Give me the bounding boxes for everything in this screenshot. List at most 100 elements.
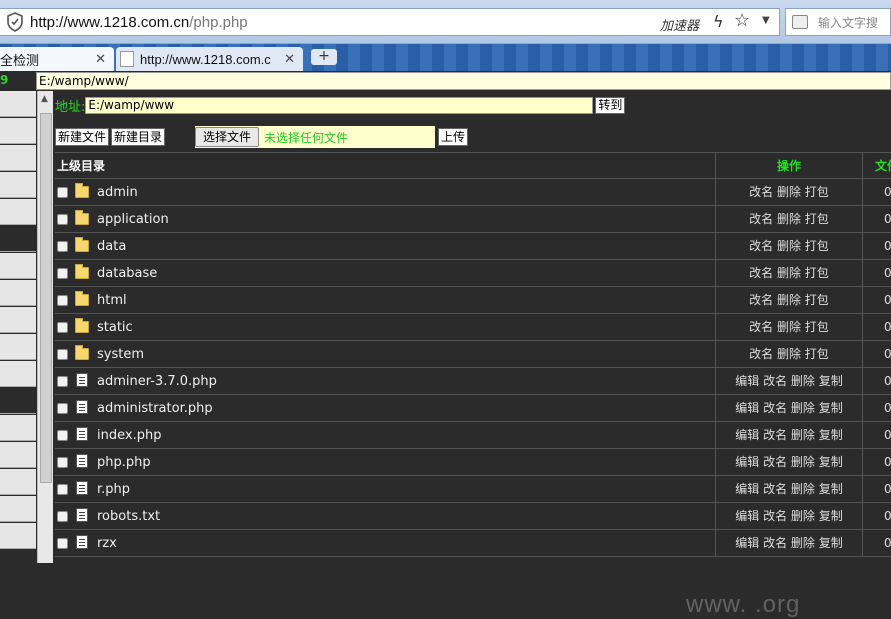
- sidebar-button[interactable]: [0, 415, 36, 441]
- file-name-link[interactable]: index.php: [97, 422, 161, 450]
- operations-cell[interactable]: 改名 删除 打包: [715, 179, 862, 205]
- sidebar-button[interactable]: [0, 496, 36, 522]
- operations-cell[interactable]: 编辑 改名 删除 复制: [715, 449, 862, 475]
- top-path-field[interactable]: E:/wamp/www/: [36, 72, 891, 90]
- file-name-link[interactable]: administrator.php: [97, 395, 213, 423]
- file-name-link[interactable]: static: [97, 314, 133, 342]
- sidebar-button[interactable]: [0, 172, 36, 198]
- choose-file-button[interactable]: 选择文件: [195, 127, 260, 147]
- table-row: index.php 编辑 改名 删除 复制 0: [55, 422, 891, 449]
- folder-icon: [75, 264, 89, 279]
- sidebar-button[interactable]: [0, 145, 36, 171]
- file-name-link[interactable]: php.php: [97, 449, 151, 477]
- col3-cell: 0: [862, 368, 891, 394]
- operations-cell[interactable]: 改名 删除 打包: [715, 287, 862, 313]
- sidebar-button[interactable]: [0, 361, 36, 387]
- sidebar-button[interactable]: [0, 253, 36, 279]
- row-checkbox[interactable]: [57, 322, 68, 333]
- operations-cell[interactable]: 改名 删除 打包: [715, 341, 862, 367]
- sidebar-button[interactable]: [0, 91, 36, 117]
- sidebar-button-active[interactable]: [0, 226, 36, 252]
- file-name-link[interactable]: html: [97, 287, 127, 315]
- file-name-link[interactable]: r.php: [97, 476, 130, 504]
- operations-cell[interactable]: 改名 删除 打包: [715, 260, 862, 286]
- col3-cell: 0: [862, 449, 891, 475]
- operations-cell[interactable]: 改名 删除 打包: [715, 314, 862, 340]
- file-name-link[interactable]: database: [97, 260, 157, 288]
- row-checkbox[interactable]: [57, 403, 68, 414]
- operations-cell[interactable]: 改名 删除 打包: [715, 206, 862, 232]
- file-name-link[interactable]: admin: [97, 179, 138, 207]
- parent-directory-link[interactable]: 上级目录: [55, 153, 715, 178]
- file-icon: [76, 373, 88, 387]
- row-checkbox[interactable]: [57, 241, 68, 252]
- file-name-link[interactable]: system: [97, 341, 144, 369]
- name-cell: rzx: [55, 530, 715, 556]
- row-checkbox[interactable]: [57, 187, 68, 198]
- row-checkbox[interactable]: [57, 484, 68, 495]
- scrollbar-thumb[interactable]: [40, 113, 52, 483]
- row-checkbox[interactable]: [57, 214, 68, 225]
- upload-button[interactable]: 上传: [438, 128, 469, 146]
- row-checkbox[interactable]: [57, 538, 68, 549]
- sidebar-button[interactable]: [0, 118, 36, 144]
- new-directory-button[interactable]: 新建目录: [111, 128, 166, 146]
- chevron-down-icon[interactable]: ▼: [762, 15, 770, 26]
- address-input[interactable]: E:/wamp/www: [85, 96, 594, 114]
- col3-cell: 0: [862, 179, 891, 205]
- scroll-up-icon[interactable]: ▲: [41, 94, 48, 104]
- table-row: static 改名 删除 打包 0: [55, 314, 891, 341]
- sidebar-button[interactable]: [0, 442, 36, 468]
- sidebar-button[interactable]: [0, 523, 36, 549]
- accelerator-button[interactable]: 加速器: [660, 15, 699, 34]
- close-icon[interactable]: ✕: [95, 51, 106, 67]
- sidebar-button[interactable]: [0, 334, 36, 360]
- operations-cell[interactable]: 编辑 改名 删除 复制: [715, 476, 862, 502]
- sidebar-button[interactable]: [0, 280, 36, 306]
- new-file-button[interactable]: 新建文件: [55, 128, 110, 146]
- new-tab-button[interactable]: +: [311, 49, 337, 65]
- vertical-scrollbar[interactable]: ▲: [37, 91, 53, 563]
- table-row: database 改名 删除 打包 0: [55, 260, 891, 287]
- close-icon[interactable]: ✕: [284, 51, 295, 67]
- operations-cell[interactable]: 改名 删除 打包: [715, 233, 862, 259]
- tab-label: http://www.1218.com.c: [140, 51, 271, 67]
- go-button[interactable]: 转到: [595, 96, 626, 114]
- file-name-link[interactable]: robots.txt: [97, 503, 160, 531]
- operations-cell[interactable]: 编辑 改名 删除 复制: [715, 422, 862, 448]
- row-checkbox[interactable]: [57, 430, 68, 441]
- row-checkbox[interactable]: [57, 511, 68, 522]
- row-checkbox[interactable]: [57, 376, 68, 387]
- star-icon[interactable]: ☆: [734, 10, 750, 31]
- row-checkbox[interactable]: [57, 457, 68, 468]
- tab-active-page[interactable]: http://www.1218.com.c ✕: [116, 47, 303, 71]
- operations-cell[interactable]: 编辑 改名 删除 复制: [715, 530, 862, 556]
- col3-cell: 0: [862, 341, 891, 367]
- search-box[interactable]: 输入文字搜: [785, 8, 891, 36]
- row-checkbox[interactable]: [57, 268, 68, 279]
- file-name-link[interactable]: adminer-3.7.0.php: [97, 368, 217, 396]
- sidebar-button[interactable]: [0, 199, 36, 225]
- col3-cell: 0: [862, 260, 891, 286]
- col3-cell: 0: [862, 233, 891, 259]
- sidebar-button-active[interactable]: [0, 388, 36, 414]
- row-checkbox[interactable]: [57, 349, 68, 360]
- lightning-icon[interactable]: ϟ: [713, 12, 724, 31]
- col3-cell: 0: [862, 287, 891, 313]
- url-path: /php.php: [189, 13, 248, 31]
- file-picker[interactable]: 选择文件 未选择任何文件: [195, 126, 436, 148]
- folder-icon: [75, 318, 89, 333]
- operations-cell[interactable]: 编辑 改名 删除 复制: [715, 503, 862, 529]
- operations-cell[interactable]: 编辑 改名 删除 复制: [715, 368, 862, 394]
- sidebar-button[interactable]: [0, 307, 36, 333]
- url-host: http://www.1218.com.cn: [30, 13, 190, 31]
- file-name-link[interactable]: data: [97, 233, 126, 261]
- file-name-link[interactable]: rzx: [97, 530, 117, 558]
- name-cell: r.php: [55, 476, 715, 502]
- file-name-link[interactable]: application: [97, 206, 169, 234]
- row-checkbox[interactable]: [57, 295, 68, 306]
- tab-security-check[interactable]: 全检测 ✕: [0, 47, 114, 71]
- sidebar-button[interactable]: [0, 469, 36, 495]
- table-row: application 改名 删除 打包 0: [55, 206, 891, 233]
- operations-cell[interactable]: 编辑 改名 删除 复制: [715, 395, 862, 421]
